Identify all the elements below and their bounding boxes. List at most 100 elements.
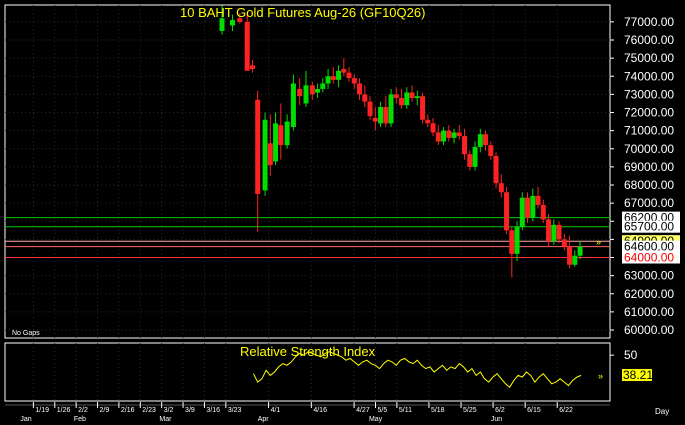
month-label: Jun xyxy=(491,416,502,423)
price-tick-label: 68000.00 xyxy=(624,178,674,192)
candle-body xyxy=(546,219,552,242)
time-tick-label: 5/5 xyxy=(377,407,387,414)
candle-body xyxy=(519,197,525,227)
candle-body xyxy=(467,154,473,167)
candle-body xyxy=(378,107,384,124)
candle-body xyxy=(346,72,352,79)
price-tick-label: 72000.00 xyxy=(624,106,674,120)
candle-body xyxy=(290,83,296,127)
candle-body xyxy=(249,65,255,69)
time-tick-label: 4/27 xyxy=(356,407,370,414)
candle-body xyxy=(267,143,273,166)
time-tick-label: 3/16 xyxy=(206,407,220,414)
time-tick-label: 3/9 xyxy=(185,407,195,414)
candle-body xyxy=(472,146,478,167)
candle-body xyxy=(483,134,489,146)
time-tick-label: 2/9 xyxy=(100,407,110,414)
candle-body xyxy=(556,224,562,240)
candle-body xyxy=(493,156,499,184)
candle-body xyxy=(514,226,520,254)
candle-body xyxy=(362,94,368,102)
price-tick-label: 75000.00 xyxy=(624,51,674,65)
month-label: Mar xyxy=(159,416,172,423)
candle-body xyxy=(357,83,363,95)
price-tick-label: 76000.00 xyxy=(624,33,674,47)
month-label: Jan xyxy=(20,416,31,423)
candle-body xyxy=(414,96,420,98)
candle-body xyxy=(255,99,261,195)
candle-body xyxy=(441,130,447,142)
candle-body xyxy=(498,183,504,193)
candle-body xyxy=(372,117,378,122)
rsi-last-label: 38.21 xyxy=(623,368,653,382)
candle-body xyxy=(530,195,536,218)
month-label: Feb xyxy=(74,416,86,423)
time-tick-label: 5/25 xyxy=(463,407,477,414)
price-tick-label: 62000.00 xyxy=(624,287,674,301)
time-tick-label: 1/26 xyxy=(57,407,71,414)
candle-body xyxy=(336,70,342,80)
candle-body xyxy=(425,119,431,124)
time-tick-label: 3/2 xyxy=(164,407,174,414)
candle-body xyxy=(504,192,510,231)
price-tick-label: 61000.00 xyxy=(624,305,674,319)
candle-body xyxy=(351,78,357,84)
time-tick-label: 1/19 xyxy=(35,407,49,414)
candle-body xyxy=(320,83,326,89)
candle-body xyxy=(219,18,225,31)
candle-body xyxy=(446,130,452,138)
candle-body xyxy=(488,145,494,156)
candle-body xyxy=(409,92,415,98)
time-tick-label: 6/2 xyxy=(495,407,505,414)
candle-body xyxy=(303,85,309,104)
month-label: May xyxy=(369,416,383,423)
price-panel[interactable] xyxy=(4,4,611,339)
price-tick-label: 77000.00 xyxy=(624,15,674,29)
time-tick-label: 4/16 xyxy=(313,407,327,414)
candle-body xyxy=(297,88,303,97)
time-tick-label: 5/11 xyxy=(399,407,412,414)
candle-body xyxy=(435,132,441,142)
candle-body xyxy=(525,197,531,218)
candle-body xyxy=(567,246,573,265)
time-tick-label: 3/23 xyxy=(228,407,242,414)
candle-body xyxy=(451,132,457,138)
time-tick-label: 2/16 xyxy=(121,407,135,414)
candle-body xyxy=(535,195,541,205)
chart-title: 10 BAHT Gold Futures Aug-26 (GF10Q26) xyxy=(180,5,425,20)
price-tick-label: 60000.00 xyxy=(624,323,674,337)
rsi-last-marker: » xyxy=(598,371,603,381)
price-tick-label: 70000.00 xyxy=(624,142,674,156)
price-tick-label: 67000.00 xyxy=(624,196,674,210)
rsi-tick-label: 50 xyxy=(624,348,638,362)
candle-body xyxy=(551,224,557,242)
candle-body xyxy=(278,125,284,146)
candle-body xyxy=(230,20,235,26)
candle-body xyxy=(341,69,347,73)
candle-body xyxy=(430,123,436,133)
candle-body xyxy=(330,76,336,80)
price-tick-label: 69000.00 xyxy=(624,160,674,174)
no-gaps-note: No Gaps xyxy=(12,330,40,337)
price-tick-label: 63000.00 xyxy=(624,269,674,283)
candle-body xyxy=(325,76,331,84)
candle-body xyxy=(273,123,279,162)
candle-body xyxy=(509,230,515,254)
candle-body xyxy=(577,246,583,256)
candle-body xyxy=(367,101,373,117)
candle-body xyxy=(561,239,567,247)
candle-body xyxy=(393,94,399,98)
candle-body xyxy=(540,204,546,220)
candle-body xyxy=(284,121,290,146)
candle-body xyxy=(309,85,315,95)
candle-body xyxy=(262,119,268,191)
candle-body xyxy=(399,98,405,106)
time-tick-label: 2/23 xyxy=(142,407,156,414)
price-tick-label: 71000.00 xyxy=(624,124,674,138)
candle-body xyxy=(572,255,578,265)
candle-body xyxy=(315,88,321,93)
chart-frame: 60000.00 61000.00 62000.00 63000.00 64000.00… xyxy=(0,0,685,425)
time-tick-label: 4/1 xyxy=(271,407,281,414)
candle-body xyxy=(388,94,394,124)
candle-body xyxy=(244,21,250,71)
